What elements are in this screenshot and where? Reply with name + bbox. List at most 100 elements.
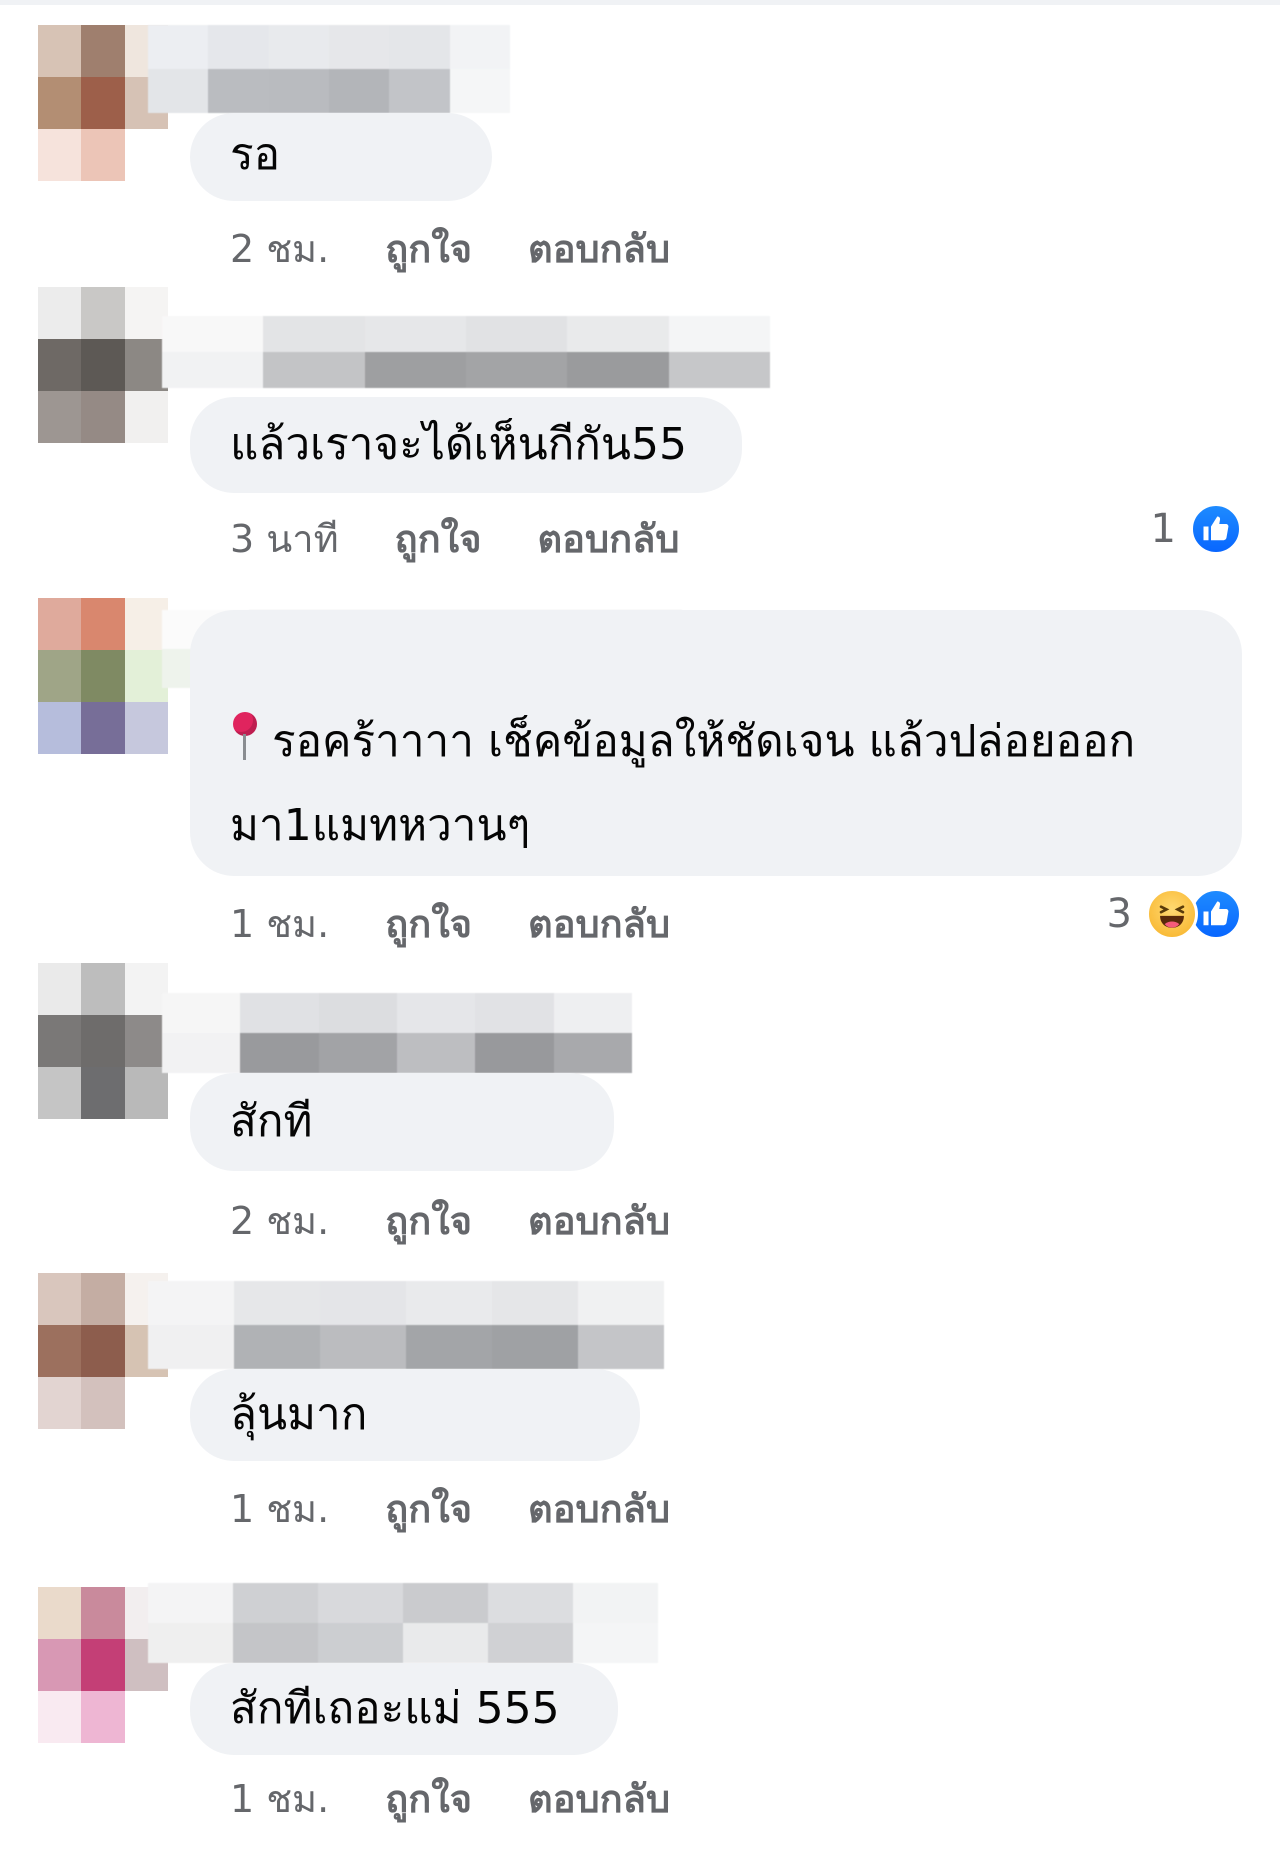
name-blur-row [148, 69, 510, 113]
avatar-pixel [38, 1067, 82, 1119]
comment-meta: 1 ชม. ถูกใจ ตอบกลับ [230, 1478, 726, 1539]
name-blur-row [148, 1583, 658, 1623]
name-blur-row [148, 1325, 664, 1369]
avatar-pixel [38, 287, 82, 339]
avatar[interactable] [38, 598, 168, 754]
comment-time[interactable]: 1 ชม. [230, 1768, 329, 1829]
like-button[interactable]: ถูกใจ [385, 1768, 472, 1829]
comment-meta: 1 ชม. ถูกใจ ตอบกลับ [230, 893, 726, 954]
name-blur-pixel [567, 316, 669, 352]
name-blur-pixel [263, 316, 365, 352]
avatar-pixel [124, 129, 168, 181]
avatar[interactable] [38, 963, 168, 1119]
avatar-pixel [81, 1067, 125, 1119]
like-button[interactable]: ถูกใจ [395, 508, 482, 569]
comment-bubble: รอคร้าาาา เช็คข้อมูลให้ชัดเจน แล้วปล่อยอ… [190, 610, 1242, 876]
name-blur-pixel [364, 352, 466, 388]
name-blur-pixel [465, 352, 568, 388]
name-blur-pixel [268, 25, 329, 69]
avatar-pixel [81, 963, 125, 1015]
name-blur-pixel [234, 1325, 320, 1369]
name-blur-pixel [578, 1325, 664, 1369]
avatar-pixel [38, 650, 82, 702]
comment-time[interactable]: 1 ชม. [230, 893, 329, 954]
name-blur-pixel [148, 1623, 233, 1663]
comment-text: สักที [230, 1096, 313, 1147]
avatar-pixel [124, 1377, 168, 1429]
name-blur-pixel [553, 1033, 632, 1073]
name-blur-pixel [320, 1325, 406, 1369]
comment-meta: 3 นาที ถูกใจ ตอบกลับ [230, 508, 736, 569]
comment-bubble: รอ [190, 113, 492, 201]
name-blur-pixel [233, 1623, 318, 1663]
name-blur-row [148, 1623, 658, 1663]
name-blur-pixel [208, 69, 269, 113]
avatar-pixel [124, 702, 168, 754]
like-button[interactable]: ถูกใจ [385, 893, 472, 954]
name-blur-row [162, 993, 632, 1033]
name-blur-pixel [162, 352, 264, 388]
name-blur-pixel [406, 1281, 492, 1325]
comment-time[interactable]: 2 ชม. [230, 1190, 329, 1251]
comment-meta: 2 ชม. ถูกใจ ตอบกลับ [230, 218, 726, 279]
name-blur-pixel [318, 1623, 403, 1663]
commenter-name[interactable] [162, 316, 770, 388]
comment-time[interactable]: 1 ชม. [230, 1478, 329, 1539]
commenter-name[interactable] [148, 1281, 664, 1369]
pin-icon [230, 712, 260, 762]
name-blur-pixel [553, 993, 632, 1033]
like-icon [1190, 503, 1242, 555]
reaction-summary[interactable]: 3 [1107, 888, 1242, 940]
commenter-name[interactable] [148, 25, 510, 113]
reply-button[interactable]: ตอบกลับ [528, 1190, 670, 1251]
name-blur-row [148, 1281, 664, 1325]
comment-text: รอ [230, 129, 281, 180]
haha-icon [1146, 888, 1198, 940]
avatar-pixel [81, 650, 125, 702]
name-blur-pixel [668, 352, 770, 388]
avatar-pixel [81, 1691, 125, 1743]
name-blur-row [148, 25, 510, 69]
name-blur-pixel [148, 1281, 234, 1325]
name-blur-pixel [389, 25, 450, 69]
commenter-name[interactable] [148, 1583, 658, 1663]
avatar-pixel [81, 1377, 125, 1429]
reply-button[interactable]: ตอบกลับ [528, 893, 670, 954]
avatar-pixel [38, 1587, 82, 1639]
like-button[interactable]: ถูกใจ [385, 1190, 472, 1251]
like-button[interactable]: ถูกใจ [385, 1478, 472, 1539]
name-blur-pixel [162, 316, 264, 352]
commenter-name[interactable] [162, 993, 632, 1073]
name-blur-pixel [389, 69, 450, 113]
avatar-pixel [124, 391, 168, 443]
reaction-summary[interactable]: 1 [1151, 503, 1242, 555]
avatar-pixel [38, 391, 82, 443]
avatar[interactable] [38, 287, 168, 443]
name-blur-pixel [364, 316, 466, 352]
name-blur-pixel [208, 25, 269, 69]
name-blur-row [162, 352, 770, 388]
reply-button[interactable]: ตอบกลับ [528, 1768, 670, 1829]
comment-time[interactable]: 3 นาที [230, 508, 339, 569]
avatar-pixel [81, 1015, 125, 1067]
reply-button[interactable]: ตอบกลับ [528, 1478, 670, 1539]
comment-time[interactable]: 2 ชม. [230, 218, 329, 279]
reply-button[interactable]: ตอบกลับ [537, 508, 679, 569]
avatar-pixel [38, 963, 82, 1015]
comment-text: แล้วเราจะได้เห็นกีกัน55 [230, 419, 687, 470]
comment-bubble: ลุ้นมาก [190, 1369, 640, 1461]
name-blur-pixel [148, 69, 209, 113]
name-blur-pixel [240, 993, 319, 1033]
avatar-pixel [81, 598, 125, 650]
avatar-pixel [81, 77, 125, 129]
name-blur-pixel [668, 316, 770, 352]
name-blur-pixel [578, 1281, 664, 1325]
name-blur-pixel [573, 1623, 658, 1663]
like-button[interactable]: ถูกใจ [385, 218, 472, 279]
avatar-pixel [38, 1273, 82, 1325]
avatar-pixel [124, 1067, 168, 1119]
name-blur-pixel [328, 69, 390, 113]
name-blur-pixel [567, 352, 669, 388]
name-blur-pixel [320, 1281, 406, 1325]
reply-button[interactable]: ตอบกลับ [528, 218, 670, 279]
